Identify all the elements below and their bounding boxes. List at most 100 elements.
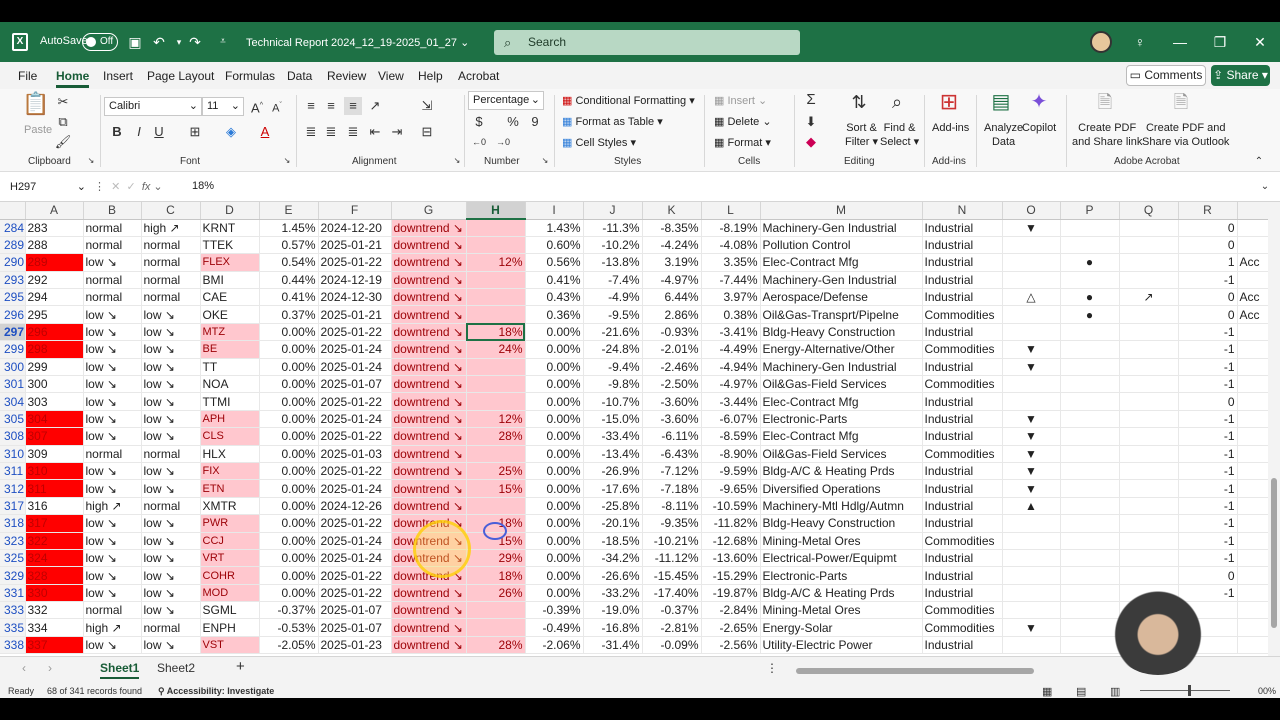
row-header[interactable]: 335: [0, 618, 26, 637]
cell-d[interactable]: MOD: [200, 584, 260, 603]
cell-h[interactable]: [466, 358, 526, 377]
cell-o[interactable]: [1002, 636, 1061, 655]
cell-s[interactable]: Acc: [1237, 253, 1268, 272]
cell-a[interactable]: 317: [25, 514, 84, 533]
sort-filter-button[interactable]: Sort & Filter ▾: [845, 121, 878, 149]
row-header[interactable]: 304: [0, 392, 26, 411]
cell-b[interactable]: low ↘: [83, 549, 142, 568]
cell-l[interactable]: -3.44%: [701, 392, 761, 411]
cell-j[interactable]: -7.4%: [583, 271, 643, 290]
cell-k[interactable]: 2.86%: [642, 305, 702, 324]
normal-view-icon[interactable]: ▦: [1042, 685, 1052, 698]
fx-icon[interactable]: fx: [142, 181, 151, 193]
cell-m[interactable]: Energy-Solar: [760, 618, 923, 637]
cell-s[interactable]: [1237, 514, 1268, 533]
cell-m[interactable]: Mining-Metal Ores: [760, 532, 923, 550]
cell-d[interactable]: VRT: [200, 549, 260, 568]
cell-g[interactable]: downtrend ↘: [391, 601, 467, 620]
cell-j[interactable]: -26.9%: [583, 462, 643, 481]
cell-f[interactable]: 2024-12-26: [318, 497, 392, 516]
cell-n[interactable]: Industrial: [922, 462, 1003, 481]
tab-help[interactable]: Help: [418, 69, 443, 83]
create-pdf-outlook-button[interactable]: Create PDF and Share via Outlook: [1142, 121, 1229, 149]
cell-c[interactable]: high ↗: [141, 219, 201, 237]
cell-l[interactable]: 0.38%: [701, 305, 761, 324]
cell-n[interactable]: Commodities: [922, 532, 1003, 550]
cell-j[interactable]: -18.5%: [583, 532, 643, 550]
cell-r[interactable]: 0: [1178, 219, 1238, 237]
cell-n[interactable]: Commodities: [922, 601, 1003, 620]
cell-n[interactable]: Industrial: [922, 514, 1003, 533]
tab-insert[interactable]: Insert: [103, 69, 133, 83]
cell-q[interactable]: [1119, 323, 1179, 342]
user-avatar[interactable]: [1090, 31, 1112, 53]
cell-k[interactable]: -2.01%: [642, 340, 702, 359]
document-title[interactable]: Technical Report 2024_12_19-2025_01_27 ⌄: [246, 36, 469, 49]
cell-p[interactable]: [1060, 410, 1120, 429]
cell-s[interactable]: [1237, 479, 1268, 498]
cell-j[interactable]: -20.1%: [583, 514, 643, 533]
cell-d[interactable]: SGML: [200, 601, 260, 620]
cell-k[interactable]: -8.35%: [642, 219, 702, 237]
cell-f[interactable]: 2025-01-24: [318, 340, 392, 359]
cell-i[interactable]: 0.00%: [525, 323, 584, 342]
cell-q[interactable]: [1119, 462, 1179, 481]
increase-font-icon[interactable]: A^: [248, 97, 266, 115]
column-header-c[interactable]: C: [141, 202, 201, 220]
cell-g[interactable]: downtrend ↘: [391, 271, 467, 290]
cell-i[interactable]: 0.00%: [525, 479, 584, 498]
row-header[interactable]: 308: [0, 427, 26, 446]
cell-q[interactable]: [1119, 375, 1179, 394]
cell-f[interactable]: 2025-01-22: [318, 462, 392, 481]
vertical-scroll-thumb[interactable]: [1271, 478, 1277, 628]
cell-o[interactable]: ▼: [1002, 358, 1061, 377]
cell-c[interactable]: low ↘: [141, 305, 201, 324]
cell-o[interactable]: [1002, 601, 1061, 620]
cell-f[interactable]: 2025-01-03: [318, 445, 392, 463]
cell-a[interactable]: 322: [25, 532, 84, 550]
cell-f[interactable]: 2024-12-20: [318, 219, 392, 237]
cell-n[interactable]: Industrial: [922, 479, 1003, 498]
cell-g[interactable]: downtrend ↘: [391, 479, 467, 498]
restore-icon[interactable]: ❐: [1210, 32, 1230, 52]
cell-o[interactable]: ▼: [1002, 445, 1061, 463]
cell-b[interactable]: low ↘: [83, 253, 142, 272]
enter-icon[interactable]: ✓: [126, 181, 135, 193]
cell-i[interactable]: 0.60%: [525, 236, 584, 255]
cell-r[interactable]: -1: [1178, 323, 1238, 342]
cell-m[interactable]: Bldg-A/C & Heating Prds: [760, 584, 923, 603]
cell-l[interactable]: -13.60%: [701, 549, 761, 568]
cell-b[interactable]: low ↘: [83, 305, 142, 324]
cell-h[interactable]: [466, 305, 526, 324]
cell-l[interactable]: -19.87%: [701, 584, 761, 603]
cell-b[interactable]: normal: [83, 236, 142, 255]
cell-c[interactable]: low ↘: [141, 636, 201, 655]
cell-c[interactable]: low ↘: [141, 358, 201, 377]
cell-o[interactable]: [1002, 323, 1061, 342]
cell-m[interactable]: Oil&Gas-Field Services: [760, 375, 923, 394]
insert-cells-button[interactable]: ▦ Insert ⌄: [714, 94, 767, 108]
find-select-button[interactable]: Find & Select ▾: [880, 121, 919, 149]
customize-toolbar-icon[interactable]: ⩡: [214, 32, 232, 52]
cell-s[interactable]: [1237, 323, 1268, 342]
cell-b[interactable]: low ↘: [83, 636, 142, 655]
cell-o[interactable]: ▼: [1002, 410, 1061, 429]
cell-s[interactable]: Acc: [1237, 305, 1268, 324]
cell-q[interactable]: [1119, 219, 1179, 237]
close-icon[interactable]: ✕: [1250, 32, 1270, 52]
cell-c[interactable]: normal: [141, 288, 201, 307]
cell-c[interactable]: normal: [141, 271, 201, 290]
row-header[interactable]: 317: [0, 497, 26, 516]
cell-a[interactable]: 300: [25, 375, 84, 394]
redo-icon[interactable]: ↷: [186, 32, 204, 52]
cell-e[interactable]: -0.37%: [259, 601, 319, 620]
cell-o[interactable]: [1002, 253, 1061, 272]
cell-h[interactable]: 18%: [466, 566, 526, 585]
cell-c[interactable]: low ↘: [141, 566, 201, 585]
row-header[interactable]: 295: [0, 288, 26, 307]
cell-s[interactable]: [1237, 549, 1268, 568]
decrease-decimal-icon[interactable]: →0: [494, 133, 512, 151]
formula-input[interactable]: 18%: [192, 180, 214, 192]
cell-q[interactable]: [1119, 236, 1179, 255]
tab-home[interactable]: Home: [56, 69, 90, 88]
